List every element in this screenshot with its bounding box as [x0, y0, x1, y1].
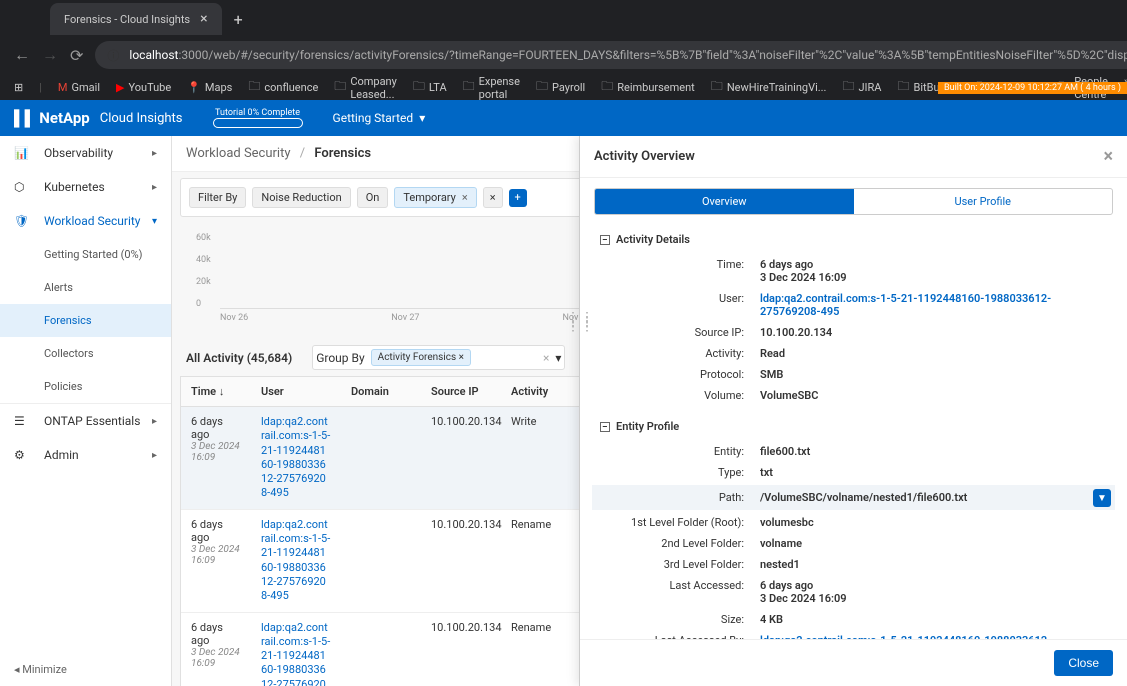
reload-icon[interactable]: ⟳ — [70, 46, 83, 65]
group-by-control[interactable]: Group By Activity Forensics × × ▾ — [312, 345, 565, 370]
panel-tabs: Overview User Profile — [594, 188, 1113, 215]
chevron-down-icon: ▾ — [152, 216, 157, 227]
gear-icon: ⚙ — [14, 448, 34, 462]
filter-by-label: Filter By — [189, 187, 246, 208]
remove-icon: × — [459, 352, 464, 363]
tutorial-widget[interactable]: Tutorial 0% Complete — [213, 108, 303, 128]
bookmark-youtube[interactable]: ▶YouTube — [116, 81, 171, 94]
address-bar: ← → ⟳ ⓘ localhost:3000/web/#/security/fo… — [0, 35, 1127, 75]
back-icon[interactable]: ← — [14, 45, 30, 65]
browser-tab[interactable]: Forensics - Cloud Insights × — [50, 3, 222, 35]
section-entity-profile[interactable]: Entity Profile — [600, 420, 1107, 433]
tab-title: Forensics - Cloud Insights — [64, 13, 190, 26]
add-filter-button[interactable]: + — [509, 189, 527, 207]
bookmark-confluence[interactable]: confluence — [248, 77, 318, 98]
bookmark-jira[interactable]: JIRA — [842, 77, 881, 98]
panel-header: Activity Overview × — [580, 136, 1127, 178]
chevron-right-icon: ▸ — [152, 450, 157, 461]
sidebar-sub-alerts[interactable]: Alerts — [0, 271, 171, 304]
on-chip: On — [357, 187, 389, 208]
noise-chip[interactable]: Noise Reduction — [252, 187, 350, 208]
sort-desc-icon: ↓ — [219, 385, 225, 398]
url-input[interactable]: ⓘ localhost:3000/web/#/security/forensic… — [95, 41, 1127, 69]
getting-started-menu[interactable]: Getting Started ▾ — [333, 111, 426, 125]
chevron-right-icon: ▸ — [152, 182, 157, 193]
remove-chip-icon[interactable]: × — [462, 191, 468, 204]
build-badge: Built On: 2024-12-09 10:12:27 AM ( 4 hou… — [938, 82, 1127, 94]
collapse-icon[interactable] — [600, 422, 610, 432]
observability-icon: 📊 — [14, 146, 34, 160]
filter-icon[interactable]: ▼ — [1093, 489, 1111, 507]
bookmark-maps[interactable]: 📍Maps — [187, 81, 232, 94]
collapse-icon[interactable] — [600, 235, 610, 245]
panel-title: Activity Overview — [594, 149, 695, 164]
col-user[interactable]: User — [251, 377, 341, 406]
user-link[interactable]: ldap:qa2.contrail.com:s-1-5-21-119244816… — [760, 292, 1107, 318]
minimize-button[interactable]: ◂ Minimize — [0, 653, 171, 686]
logo[interactable]: ▌▌ NetApp Cloud Insights — [14, 109, 183, 127]
close-button[interactable]: Close — [1054, 650, 1113, 676]
chevron-down-icon: ▾ — [419, 111, 425, 125]
sidebar-sub-collectors[interactable]: Collectors — [0, 337, 171, 370]
apps-icon[interactable]: ⊞ — [14, 81, 23, 94]
insecure-icon: ⓘ — [107, 47, 119, 64]
storage-icon: ☰ — [14, 414, 34, 428]
drag-handle-icon[interactable]: ⋮⋮⋮⋮⋮⋮ — [566, 316, 594, 328]
sidebar: 📊 Observability ▸ ⬡ Kubernetes ▸ 🛡 Workl… — [0, 136, 172, 686]
temporary-chip[interactable]: Temporary× — [394, 187, 476, 208]
panel-footer: Close — [580, 639, 1127, 686]
group-chip[interactable]: Activity Forensics × — [371, 349, 471, 366]
chevron-right-icon: ▸ — [152, 416, 157, 427]
col-source-ip[interactable]: Source IP — [421, 377, 501, 406]
new-tab-button[interactable]: + — [234, 10, 243, 29]
shield-icon: 🛡 — [14, 214, 34, 228]
clear-chip[interactable]: × — [483, 187, 503, 208]
sidebar-sub-forensics[interactable]: Forensics — [0, 304, 171, 337]
user-link[interactable]: ldap:qa2.contrail.com:s-1-5-21-119244816… — [261, 621, 330, 686]
tab-user-profile[interactable]: User Profile — [854, 189, 1113, 214]
app-header: Built On: 2024-12-09 10:12:27 AM ( 4 hou… — [0, 100, 1127, 136]
forward-icon[interactable]: → — [42, 45, 58, 65]
user-link[interactable]: ldap:qa2.contrail.com:s-1-5-21-119244816… — [261, 415, 330, 499]
bookmark-company[interactable]: Company Leased... — [334, 75, 397, 101]
logo-icon: ▌▌ — [14, 109, 35, 127]
sidebar-item-observability[interactable]: 📊 Observability ▸ — [0, 136, 171, 170]
bookmark-reimb[interactable]: Reimbursement — [601, 77, 695, 98]
activity-overview-panel: ⋮⋮⋮⋮⋮⋮ Activity Overview × Overview User… — [579, 136, 1127, 686]
close-icon[interactable]: × — [200, 11, 207, 27]
chevron-down-icon[interactable]: ▾ — [555, 351, 561, 365]
user-link[interactable]: ldap:qa2.contrail.com:s-1-5-21-119244816… — [261, 518, 330, 602]
path-row: Path:/VolumeSBC/volname/nested1/file600.… — [592, 485, 1115, 510]
sidebar-sub-policies[interactable]: Policies — [0, 370, 171, 403]
tutorial-progress — [213, 118, 303, 128]
col-activity[interactable]: Activity — [501, 377, 561, 406]
panel-body[interactable]: Activity Details Time:6 days ago3 Dec 20… — [580, 215, 1127, 639]
breadcrumb-current: Forensics — [314, 146, 371, 161]
sidebar-item-kubernetes[interactable]: ⬡ Kubernetes ▸ — [0, 170, 171, 204]
col-time[interactable]: Time ↓ — [181, 377, 251, 406]
tab-overview[interactable]: Overview — [595, 189, 854, 214]
tab-bar: Forensics - Cloud Insights × + — [0, 0, 1127, 35]
sidebar-item-admin[interactable]: ⚙ Admin ▸ — [0, 438, 171, 472]
content-area: Workload Security / Forensics Filter By … — [172, 136, 1127, 686]
bookmark-gmail[interactable]: MGmail — [58, 81, 100, 94]
chevron-right-icon: ▸ — [152, 148, 157, 159]
sidebar-sub-getting-started[interactable]: Getting Started (0%) — [0, 238, 171, 271]
kubernetes-icon: ⬡ — [14, 180, 34, 194]
sidebar-item-security[interactable]: 🛡 Workload Security ▾ — [0, 204, 171, 238]
col-domain[interactable]: Domain — [341, 377, 421, 406]
bookmark-newhire[interactable]: NewHireTrainingVi... — [711, 77, 827, 98]
bookmark-payroll[interactable]: Payroll — [536, 77, 585, 98]
activity-count: All Activity (45,684) — [186, 351, 292, 365]
close-icon[interactable]: × — [1103, 146, 1113, 167]
clear-icon[interactable]: × — [543, 351, 549, 365]
bookmark-lta[interactable]: LTA — [413, 77, 447, 98]
bookmark-expense[interactable]: Expense portal — [463, 75, 520, 101]
breadcrumb-parent[interactable]: Workload Security — [186, 146, 291, 161]
section-activity-details[interactable]: Activity Details — [600, 233, 1107, 246]
url-text: localhost:3000/web/#/security/forensics/… — [129, 48, 1127, 62]
sidebar-item-ontap[interactable]: ☰ ONTAP Essentials ▸ — [0, 403, 171, 438]
divider: | — [39, 81, 42, 94]
